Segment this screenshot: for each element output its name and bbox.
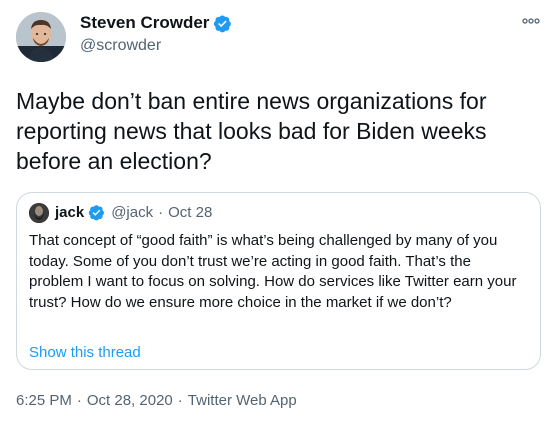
quoted-tweet[interactable]: jack @jack · Oct 28 That concept of “goo… xyxy=(16,192,541,370)
quoted-author-avatar[interactable] xyxy=(29,203,49,223)
tweet-meta: 6:25 PM · Oct 28, 2020 · Twitter Web App xyxy=(16,392,297,409)
tweet-card: Steven Crowder @scrowder Maybe don’t ban… xyxy=(0,0,559,447)
meta-separator: · xyxy=(76,392,82,409)
tweet-time[interactable]: 6:25 PM xyxy=(16,392,72,409)
author-handle[interactable]: @scrowder xyxy=(80,37,161,55)
tweet-text: Maybe don’t ban entire news organization… xyxy=(16,88,487,174)
quoted-tweet-text: That concept of “good faith” is what’s b… xyxy=(29,232,517,311)
more-options-icon[interactable] xyxy=(521,14,541,28)
quoted-tweet-date[interactable]: Oct 28 xyxy=(168,204,212,221)
quoted-author-display-name[interactable]: jack xyxy=(55,204,84,221)
quoted-author-handle[interactable]: @jack xyxy=(111,204,153,221)
author-avatar[interactable] xyxy=(16,12,66,62)
tweet-source[interactable]: Twitter Web App xyxy=(188,392,297,409)
verified-badge-icon xyxy=(88,204,105,221)
show-thread-link[interactable]: Show this thread xyxy=(29,344,141,361)
author-display-name[interactable]: Steven Crowder xyxy=(80,13,209,33)
quoted-separator: · xyxy=(158,204,164,221)
author-name-row[interactable]: Steven Crowder xyxy=(80,13,232,33)
tweet-date[interactable]: Oct 28, 2020 xyxy=(87,392,173,409)
verified-badge-icon xyxy=(213,14,232,33)
quoted-tweet-header: jack @jack · Oct 28 xyxy=(55,204,212,221)
meta-separator: · xyxy=(177,392,183,409)
